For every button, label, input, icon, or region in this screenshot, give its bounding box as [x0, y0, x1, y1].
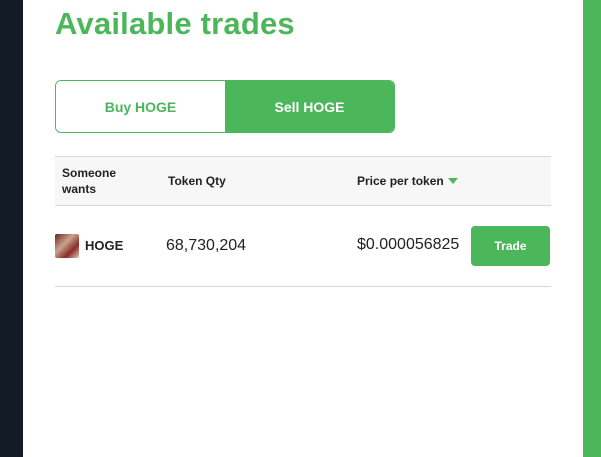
buy-sell-toggle: Buy HOGE Sell HOGE	[55, 80, 395, 133]
sell-hoge-tab[interactable]: Sell HOGE	[225, 81, 394, 132]
row-token-name: HOGE	[85, 238, 124, 253]
buy-hoge-tab[interactable]: Buy HOGE	[56, 81, 225, 132]
trades-table: Someone wants Token Qty Price per token …	[55, 156, 551, 287]
left-sidebar-strip	[0, 0, 23, 457]
trade-button[interactable]: Trade	[471, 226, 550, 266]
right-accent-strip	[583, 0, 601, 457]
page-title: Available trades	[55, 6, 295, 41]
header-price-per-token[interactable]: Price per token	[357, 157, 458, 205]
hoge-token-avatar	[55, 234, 79, 258]
row-price-per-token: $0.000056825	[357, 236, 460, 253]
row-token-qty: 68,730,204	[166, 237, 247, 254]
header-token-qty: Token Qty	[168, 174, 226, 188]
caret-down-icon[interactable]	[447, 178, 458, 184]
table-row: HOGE 68,730,204 $0.000056825 Trade	[55, 206, 551, 287]
header-price-label: Price per token	[357, 174, 444, 188]
header-someone-wants: Someone wants	[62, 166, 117, 196]
table-header: Someone wants Token Qty Price per token	[55, 156, 551, 206]
